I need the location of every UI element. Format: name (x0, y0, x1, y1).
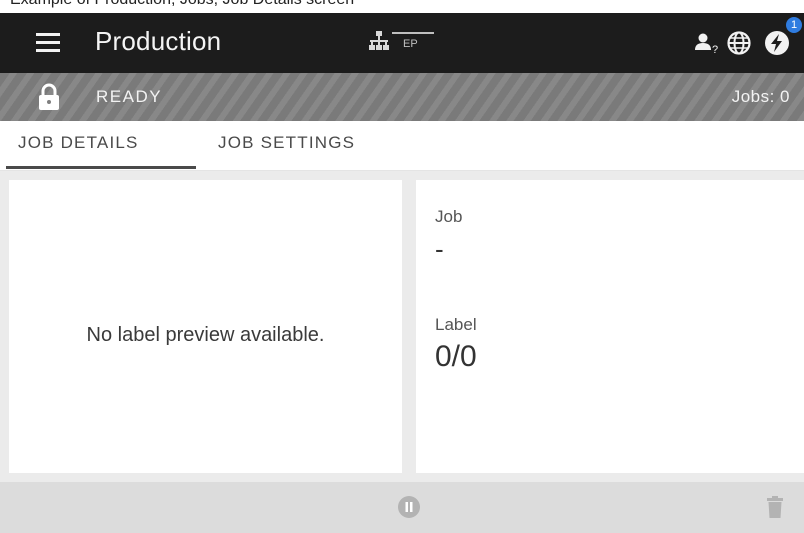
lightning-icon[interactable] (764, 30, 790, 56)
ep-label: EP (403, 38, 418, 50)
tab-job-details[interactable]: JOB DETAILS (18, 133, 139, 153)
tab-bar: JOB DETAILS JOB SETTINGS (0, 121, 804, 171)
page-title: Production (95, 26, 222, 56)
job-field-value: - (435, 234, 444, 264)
label-field-label: Label (435, 315, 477, 334)
ep-icon: EP (392, 27, 434, 55)
lock-icon (39, 83, 59, 110)
pause-icon[interactable] (397, 495, 421, 519)
job-details-panel: No label preview available. Job - Label … (0, 171, 804, 482)
tab-job-settings[interactable]: JOB SETTINGS (218, 133, 355, 153)
svg-text:?: ? (712, 44, 718, 55)
top-app-bar: Production EP ? 1 (0, 13, 804, 73)
caption: Example of Production, Jobs, Job Details… (0, 0, 804, 12)
printer-status: READY (96, 87, 163, 106)
label-field-value: 0/0 (435, 340, 477, 373)
jobs-count: Jobs: 0 (731, 87, 790, 106)
job-field-label: Job (435, 207, 463, 226)
preview-message: No label preview available. (86, 324, 325, 346)
label-preview-card: No label preview available. (9, 180, 402, 473)
globe-icon[interactable] (726, 30, 752, 56)
network-icon (369, 31, 389, 50)
status-bar: READY Jobs: 0 (0, 73, 804, 121)
action-bar (0, 482, 804, 533)
job-info-card: Job - Label 0/0 (416, 180, 804, 473)
user-unknown-icon[interactable]: ? (694, 31, 720, 55)
trash-icon[interactable] (766, 496, 784, 518)
caption-text: Example of Production, Jobs, Job Details… (10, 0, 354, 9)
hamburger-menu-icon[interactable] (36, 33, 60, 53)
notification-badge: 1 (786, 17, 802, 33)
active-tab-indicator (6, 166, 196, 169)
